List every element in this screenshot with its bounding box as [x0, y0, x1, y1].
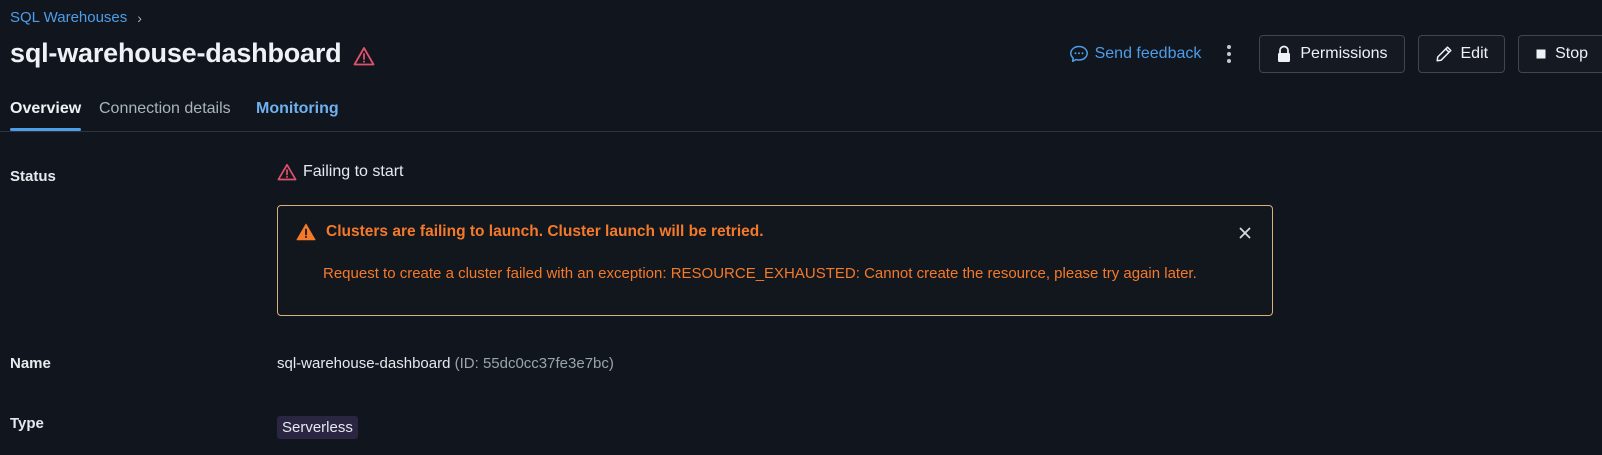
tab-connection-details[interactable]: Connection details [99, 100, 231, 130]
type-label: Type [10, 415, 44, 432]
chat-bubble-icon [1069, 44, 1089, 64]
warehouse-id: (ID: 55dc0cc37fe3e7bc) [454, 355, 614, 372]
pencil-icon [1435, 45, 1453, 63]
send-feedback-link[interactable]: Send feedback [1069, 44, 1202, 64]
header-actions: Send feedback Permissions Edit Stop [1069, 34, 1602, 74]
breadcrumb-sql-warehouses-link[interactable]: SQL Warehouses [10, 9, 127, 26]
stop-label: Stop [1555, 45, 1588, 62]
status-text: Failing to start [303, 163, 404, 180]
alert-message: Request to create a cluster failed with … [323, 265, 1197, 282]
type-badge: Serverless [277, 416, 358, 439]
warning-triangle-icon [277, 163, 297, 181]
status-label: Status [10, 168, 56, 185]
permissions-label: Permissions [1300, 45, 1388, 62]
status-value: Failing to start [277, 163, 403, 181]
tab-monitoring[interactable]: Monitoring [256, 100, 339, 130]
alert-title: Clusters are failing to launch. Cluster … [326, 223, 764, 240]
name-label: Name [10, 355, 51, 372]
stop-button[interactable]: Stop [1518, 35, 1602, 73]
breadcrumb: SQL Warehouses › [10, 9, 142, 26]
stop-square-icon [1535, 48, 1547, 60]
warning-filled-icon [296, 223, 316, 241]
edit-label: Edit [1460, 45, 1489, 62]
warning-triangle-icon [353, 46, 375, 66]
lock-icon [1276, 45, 1292, 63]
more-options-kebab-icon[interactable] [1219, 39, 1239, 69]
edit-button[interactable]: Edit [1417, 35, 1506, 73]
breadcrumb-separator: › [137, 9, 142, 26]
permissions-button[interactable]: Permissions [1259, 35, 1405, 73]
alert-header: Clusters are failing to launch. Cluster … [296, 223, 764, 241]
tab-bar: Overview Connection details Monitoring [0, 96, 1602, 132]
warehouse-name: sql-warehouse-dashboard [277, 355, 451, 372]
title-row: sql-warehouse-dashboard [10, 38, 375, 69]
name-value: sql-warehouse-dashboard (ID: 55dc0cc37fe… [277, 355, 614, 372]
cluster-launch-alert: Clusters are failing to launch. Cluster … [277, 205, 1273, 316]
send-feedback-label: Send feedback [1094, 45, 1202, 62]
page-title: sql-warehouse-dashboard [10, 38, 342, 68]
close-icon[interactable] [1236, 224, 1254, 242]
tab-overview[interactable]: Overview [10, 100, 82, 131]
